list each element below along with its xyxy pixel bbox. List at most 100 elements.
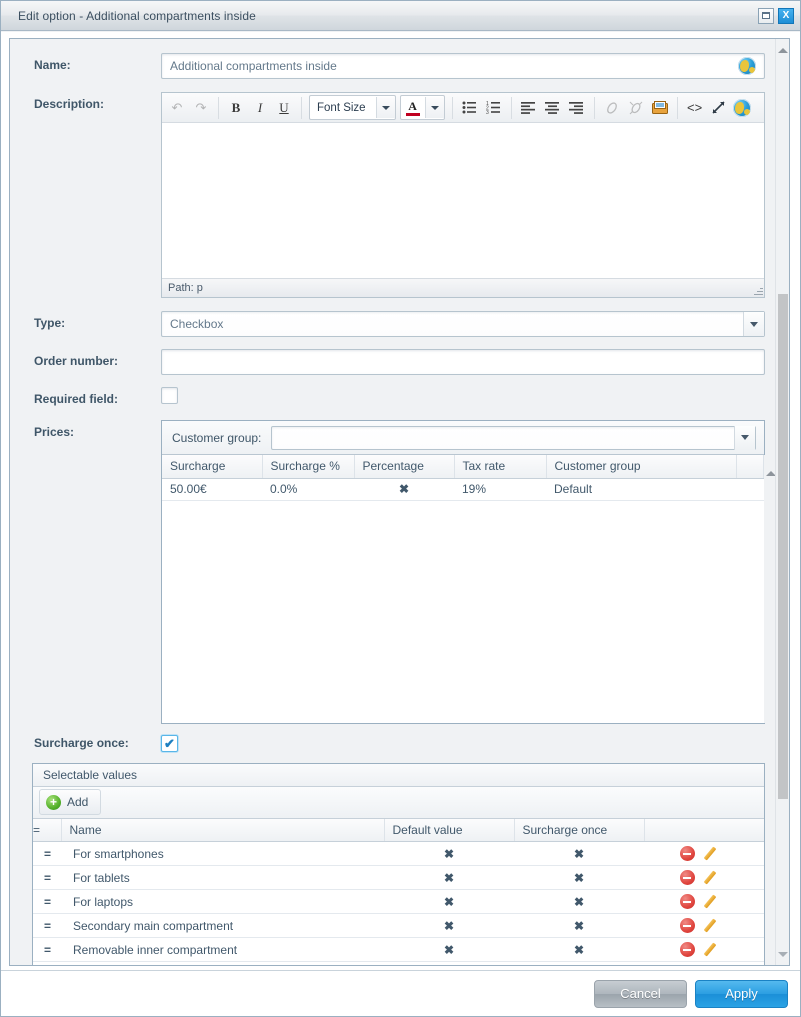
fullscreen-icon[interactable]	[707, 96, 731, 120]
edit-pencil-icon[interactable]	[703, 871, 717, 885]
unlink-icon[interactable]	[624, 96, 648, 120]
close-button[interactable]: X	[778, 7, 794, 24]
order-number-input[interactable]	[161, 349, 765, 375]
align-center-icon[interactable]	[541, 96, 565, 120]
scroll-up-arrow[interactable]	[776, 43, 789, 57]
sv-col-name[interactable]: Name	[61, 818, 385, 842]
undo-icon[interactable]: ↶	[165, 96, 189, 120]
delete-icon[interactable]	[679, 870, 695, 886]
font-color-icon: A	[401, 100, 425, 116]
description-editor-area[interactable]	[162, 123, 764, 278]
bold-button[interactable]: B	[224, 96, 248, 120]
drag-handle-icon[interactable]: =	[33, 913, 61, 938]
table-row[interactable]: = For smartphones ✖ ✖	[33, 841, 764, 866]
editor-statusbar: Path: p	[162, 278, 764, 297]
chevron-down-icon[interactable]	[743, 312, 764, 336]
surcharge-once-checkbox[interactable]: ✔	[161, 734, 178, 752]
scrollbar-thumb[interactable]	[778, 294, 788, 799]
prices-col-surcharge-pct[interactable]: Surcharge %	[262, 455, 355, 479]
prices-col-tax-rate[interactable]: Tax rate	[454, 455, 547, 479]
add-button[interactable]: + Add	[39, 789, 102, 815]
dialog-scrollbar[interactable]	[775, 39, 789, 965]
table-row[interactable]: = For tablets ✖ ✖	[33, 865, 764, 890]
table-row[interactable]: = Secondary main compartment ✖ ✖	[33, 913, 764, 938]
surcharge-once-field-wrap: ✔	[161, 734, 765, 752]
drag-handle-icon[interactable]: =	[33, 937, 61, 962]
delete-icon[interactable]	[679, 918, 695, 934]
selectable-values-header: Selectable values	[33, 763, 764, 787]
prices-col-extra[interactable]	[736, 455, 764, 479]
name-input[interactable]: Additional compartments inside	[161, 53, 765, 79]
align-right-icon[interactable]	[565, 96, 589, 120]
prices-col-customer-group[interactable]: Customer group	[546, 455, 737, 479]
description-label: Description:	[34, 97, 105, 111]
delete-icon[interactable]	[679, 942, 695, 958]
image-icon[interactable]	[648, 96, 672, 120]
type-field-wrap: Checkbox	[161, 311, 765, 337]
table-row[interactable]: = Removable inner compartment ✖ ✖	[33, 937, 764, 962]
drag-handle-icon[interactable]: =	[33, 889, 61, 914]
editor-path: Path: p	[168, 282, 203, 294]
cell-surcharge-once: ✖	[514, 937, 644, 962]
underline-button[interactable]: U	[272, 96, 296, 120]
drag-handle-icon[interactable]: =	[33, 865, 61, 890]
delete-icon[interactable]	[679, 894, 695, 910]
chevron-down-icon[interactable]	[424, 97, 444, 118]
required-field-label: Required field:	[34, 392, 119, 406]
dialog-content: Name: Additional compartments inside Des…	[9, 38, 790, 966]
edit-pencil-icon[interactable]	[703, 943, 717, 957]
drag-handle-icon[interactable]: =	[33, 841, 61, 866]
text-color-select[interactable]: A	[399, 95, 445, 120]
bullet-list-icon[interactable]	[458, 96, 482, 120]
italic-button[interactable]: I	[248, 96, 272, 120]
cell-name: Removable inner compartment	[61, 937, 384, 962]
row-required-field: Required field:	[10, 387, 775, 406]
apply-button[interactable]: Apply	[695, 979, 788, 1008]
chevron-down-icon[interactable]	[375, 97, 395, 118]
row-surcharge-once: Surcharge once: ✔	[10, 734, 775, 752]
edit-pencil-icon[interactable]	[703, 847, 717, 861]
cell-actions	[644, 841, 764, 866]
cell-name: For smartphones	[61, 841, 384, 866]
customer-group-select[interactable]	[271, 425, 756, 450]
cell-actions	[644, 865, 764, 890]
table-row[interactable]: = For laptops ✖ ✖	[33, 889, 764, 914]
toolbar-divider	[593, 96, 595, 119]
cell-surcharge: 50.00€	[162, 478, 262, 501]
edit-pencil-icon[interactable]	[703, 919, 717, 933]
align-left-icon[interactable]	[517, 96, 541, 120]
toolbar-divider	[676, 96, 678, 119]
sv-col-surcharge-once[interactable]: Surcharge once	[514, 818, 645, 842]
globe-icon[interactable]	[732, 98, 751, 117]
sv-col-default-value[interactable]: Default value	[384, 818, 515, 842]
source-code-icon[interactable]: <>	[683, 96, 707, 120]
globe-icon[interactable]	[738, 57, 756, 75]
chevron-down-icon[interactable]	[734, 425, 755, 450]
font-size-select[interactable]: Font Size	[309, 95, 396, 120]
numbered-list-glyph: 1 2 3	[486, 101, 501, 114]
prices-col-surcharge[interactable]: Surcharge	[162, 455, 263, 479]
link-icon[interactable]	[600, 96, 624, 120]
cell-actions	[644, 913, 764, 938]
toolbar-divider	[218, 96, 219, 119]
prices-label: Prices:	[34, 425, 75, 439]
required-field-checkbox[interactable]	[161, 387, 178, 404]
cell-percentage: ✖	[354, 478, 454, 501]
edit-pencil-icon[interactable]	[703, 895, 717, 909]
prices-field-wrap: Customer group: Surcharge Surcharge % Pe…	[161, 420, 778, 724]
delete-icon[interactable]	[679, 846, 695, 862]
numbered-list-icon[interactable]: 1 2 3	[482, 96, 506, 120]
resize-grip[interactable]	[753, 286, 763, 296]
order-number-label: Order number:	[34, 354, 119, 368]
selectable-values-toolbar: + Add	[33, 786, 764, 819]
type-select[interactable]: Checkbox	[161, 311, 765, 337]
table-row[interactable]: 50.00€ 0.0% ✖ 19% Default	[162, 478, 764, 501]
add-button-label: Add	[67, 795, 89, 809]
cell-name: For tablets	[61, 865, 384, 890]
selectable-values-header-row: = Name Default value Surcharge once	[33, 818, 764, 842]
cancel-button[interactable]: Cancel	[594, 979, 687, 1008]
redo-icon[interactable]: ↷	[189, 96, 213, 120]
minimize-button[interactable]	[758, 7, 774, 24]
scroll-down-arrow[interactable]	[776, 947, 789, 961]
prices-col-percentage[interactable]: Percentage	[354, 455, 455, 479]
